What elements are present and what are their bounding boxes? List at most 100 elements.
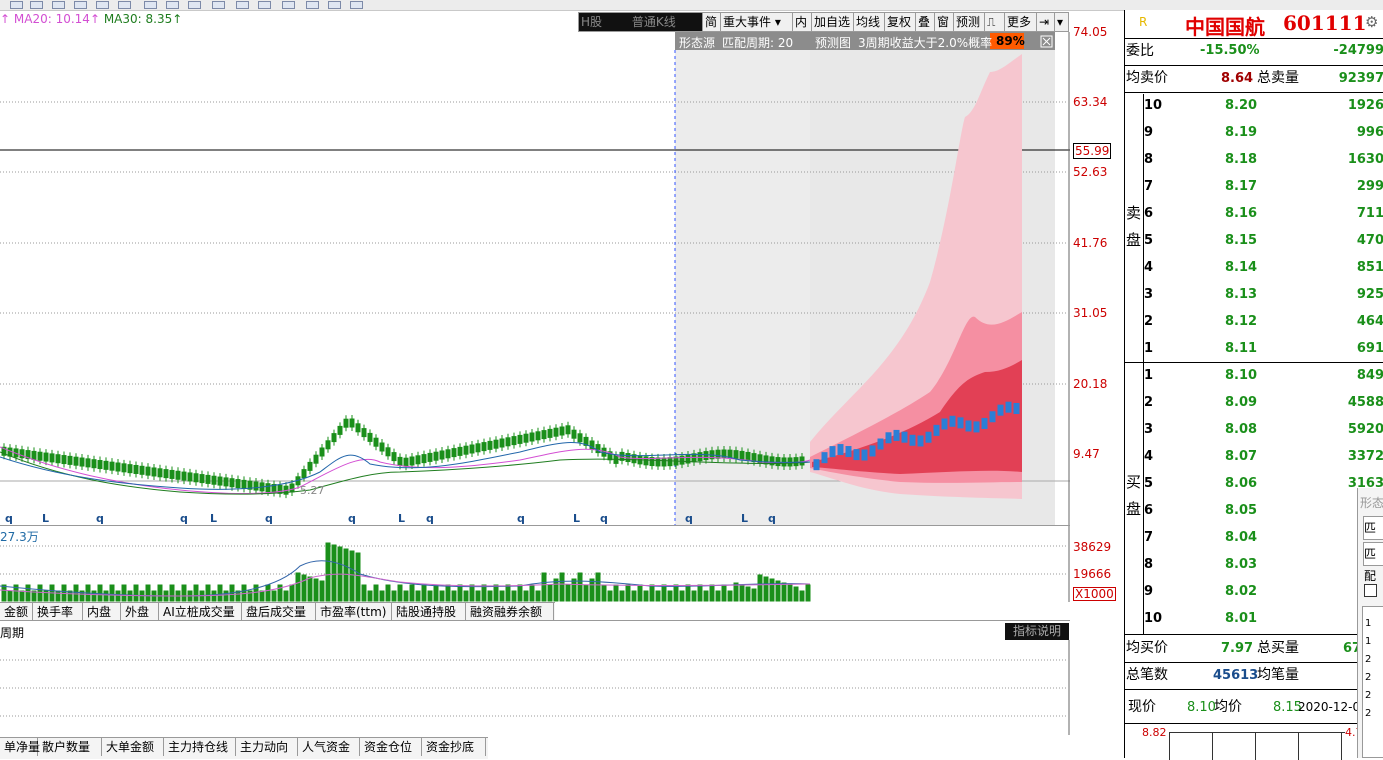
buy-order-row[interactable]: 98.021 bbox=[1144, 578, 1383, 605]
inner-button[interactable]: 内 bbox=[793, 13, 812, 31]
candle bbox=[349, 418, 355, 428]
sell-order-row[interactable]: 9 8.19 996 bbox=[1144, 119, 1383, 146]
buy-order-row[interactable]: 108.013 bbox=[1144, 605, 1383, 632]
restore-button[interactable]: 复权 bbox=[885, 13, 916, 31]
overlay-button[interactable]: 叠 bbox=[916, 13, 935, 31]
volume-bar bbox=[379, 590, 385, 602]
candle bbox=[151, 467, 157, 477]
sell-order-row[interactable]: 2 8.12 464 bbox=[1144, 308, 1383, 335]
toolbar-icon[interactable] bbox=[282, 1, 295, 9]
toolbar-icon[interactable] bbox=[52, 1, 65, 9]
sell-order-row[interactable]: 7 8.17 299 bbox=[1144, 173, 1383, 200]
buy-price: 8.03 bbox=[1225, 557, 1258, 572]
ma20-arrow: ↑ bbox=[89, 12, 100, 26]
sell-order-row[interactable]: 3 8.13 925 bbox=[1144, 281, 1383, 308]
forecast-candle bbox=[885, 432, 892, 444]
tab-indicator[interactable]: 外盘 bbox=[121, 603, 159, 621]
tab-bottom[interactable]: 单净量 bbox=[0, 738, 40, 756]
more-button[interactable]: 更多 bbox=[1005, 13, 1037, 31]
simple-button[interactable]: 简 bbox=[703, 13, 721, 31]
volume-bar bbox=[793, 586, 799, 602]
tab-indicator[interactable]: 陆股通持股 bbox=[392, 603, 466, 621]
buy-price: 8.09 bbox=[1225, 395, 1258, 410]
tab-indicator[interactable]: 内盘 bbox=[83, 603, 121, 621]
candle bbox=[157, 468, 163, 478]
toolbar-icon[interactable] bbox=[144, 1, 157, 9]
popup-row2[interactable]: 匹配 bbox=[1363, 542, 1383, 583]
buy-order-row[interactable]: 68.052 bbox=[1144, 497, 1383, 524]
sell-order-row[interactable]: 10 8.20 1926 bbox=[1144, 92, 1383, 119]
gear-icon[interactable]: ⚙ bbox=[1365, 13, 1378, 31]
tab-indicator[interactable]: 换手率 bbox=[33, 603, 83, 621]
toolbar-icon[interactable] bbox=[188, 1, 201, 9]
toolbar-icon[interactable] bbox=[10, 1, 23, 9]
ma-line-button[interactable]: 均线 bbox=[854, 13, 885, 31]
tab-bottom[interactable]: 人气资金 bbox=[298, 738, 360, 756]
forecast-candle bbox=[1005, 401, 1012, 413]
buy-order-row[interactable]: 1 8.10 849 bbox=[1144, 362, 1383, 389]
market-label: H股 bbox=[581, 15, 603, 29]
popup-list-item: 1 bbox=[1365, 618, 1372, 629]
lock-icon[interactable]: ⎍ bbox=[985, 13, 1005, 31]
toolbar-icon[interactable] bbox=[74, 1, 87, 9]
buy-order-row[interactable]: 88.031 bbox=[1144, 551, 1383, 578]
popup-row1[interactable]: 匹配 bbox=[1363, 516, 1383, 557]
volume-bar bbox=[589, 578, 595, 602]
candle bbox=[703, 451, 709, 461]
sell-order-row[interactable]: 8 8.18 1630 bbox=[1144, 146, 1383, 173]
tab-bottom[interactable]: 主力持仓线 bbox=[164, 738, 236, 756]
tab-bottom[interactable]: 资金仓位 bbox=[360, 738, 422, 756]
toolbar-icon[interactable] bbox=[258, 1, 271, 9]
toolbar-icon[interactable] bbox=[328, 1, 341, 9]
expand-right-icon[interactable]: ⇥ bbox=[1037, 13, 1055, 31]
window-button[interactable]: 窗 bbox=[935, 13, 954, 31]
volume-bar bbox=[511, 590, 517, 602]
total-sell-vol: 92397 bbox=[1338, 71, 1383, 86]
buy-price: 8.01 bbox=[1225, 611, 1258, 626]
buy-order-row[interactable]: 78.041 bbox=[1144, 524, 1383, 551]
toolbar-icon[interactable] bbox=[30, 1, 43, 9]
sell-order-row[interactable]: 5 8.15 470 bbox=[1144, 227, 1383, 254]
tab-bottom[interactable]: 主力动向 bbox=[236, 738, 298, 756]
toolbar-icon[interactable] bbox=[166, 1, 179, 9]
buy-order-row[interactable]: 3 8.08 5920 bbox=[1144, 416, 1383, 443]
price-axis-label: 41.76 bbox=[1073, 236, 1108, 250]
buy-price: 8.08 bbox=[1225, 422, 1258, 437]
candle bbox=[115, 462, 121, 472]
volume-bar bbox=[397, 584, 403, 602]
indicator-explain-button[interactable]: 指标说明 bbox=[1005, 623, 1069, 640]
toolbar-icon[interactable] bbox=[212, 1, 225, 9]
sell-order-row[interactable]: 1 8.11 691 bbox=[1144, 335, 1383, 362]
sell-order-row[interactable]: 4 8.14 851 bbox=[1144, 254, 1383, 281]
toolbar-icon[interactable] bbox=[96, 1, 109, 9]
candle bbox=[229, 478, 235, 488]
forecast-button[interactable]: 预测 bbox=[954, 13, 985, 31]
tab-indicator[interactable]: AI立桩成交量 bbox=[159, 603, 242, 621]
tab-bottom[interactable]: 大单金额 bbox=[102, 738, 164, 756]
buy-order-row[interactable]: 2 8.09 4588 bbox=[1144, 389, 1383, 416]
toolbar-icon[interactable] bbox=[118, 1, 131, 9]
tab-indicator[interactable]: 市盈率(ttm) bbox=[316, 603, 392, 621]
tab-indicator[interactable]: 融资融券余额 bbox=[466, 603, 554, 621]
candle bbox=[493, 439, 499, 449]
tab-indicator[interactable]: 金额 bbox=[0, 603, 33, 621]
add-watch-button[interactable]: 加自选 bbox=[812, 13, 854, 31]
chevron-down-icon[interactable]: ▾ bbox=[1055, 13, 1069, 31]
toolbar-icon[interactable] bbox=[236, 1, 249, 9]
buy-order-row[interactable]: 5 8.06 3163 bbox=[1144, 470, 1383, 497]
indicator-chart[interactable] bbox=[0, 640, 1070, 735]
kline-type-select[interactable]: H股 普通K线 bbox=[579, 13, 703, 31]
ma30-arrow: ↑ bbox=[172, 12, 183, 26]
popup-checkbox[interactable] bbox=[1364, 584, 1377, 597]
toolbar-icon[interactable] bbox=[306, 1, 319, 9]
tab-bottom[interactable]: 资金抄底 bbox=[422, 738, 486, 756]
sell-order-row[interactable]: 6 8.16 711 bbox=[1144, 200, 1383, 227]
volume-chart[interactable] bbox=[0, 526, 1070, 602]
buy-order-row[interactable]: 4 8.07 3372 bbox=[1144, 443, 1383, 470]
tab-bottom[interactable]: 散户数量 bbox=[38, 738, 102, 756]
tab-indicator[interactable]: 盘后成交量 bbox=[242, 603, 316, 621]
events-button[interactable]: 重大事件 ▾ bbox=[721, 13, 793, 31]
kline-chart[interactable]: 5.27 q Lq q Lq q Lq q Lq q Lq bbox=[0, 32, 1070, 525]
toolbar-icon[interactable] bbox=[350, 1, 363, 9]
volume-bar bbox=[781, 582, 787, 602]
